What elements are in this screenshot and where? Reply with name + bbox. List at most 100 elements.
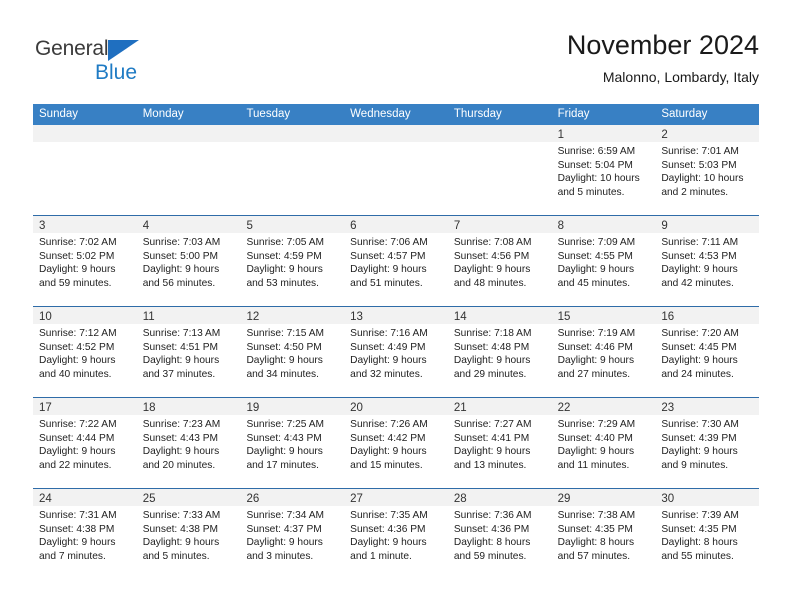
day-number: 1 (557, 129, 564, 141)
general-blue-logo[interactable]: General Blue (33, 36, 173, 94)
sunset-line: Sunset: 4:44 PM (39, 432, 115, 444)
calendar-day-cell[interactable]: 9 Sunrise: 7:11 AM Sunset: 4:53 PM Daylight… (655, 216, 760, 306)
calendar-day-cell[interactable]: 2 Sunrise: 7:01 AM Sunset: 5:03 PM Daylight… (655, 125, 760, 215)
calendar-day-cell[interactable]: 4 Sunrise: 7:03 AM Sunset: 5:00 PM Daylight… (136, 216, 241, 306)
day-of-week-header-tuesday: Tuesday (246, 108, 291, 120)
calendar-day-cell[interactable]: 1 Sunrise: 6:59 AM Sunset: 5:04 PM Daylight… (551, 125, 656, 215)
calendar-day-cell[interactable]: 5 Sunrise: 7:05 AM Sunset: 4:59 PM Daylight… (240, 216, 345, 306)
sunrise-line: Sunrise: 7:16 AM (350, 328, 428, 339)
day-number-strip (240, 125, 345, 142)
daylight-line-1: Daylight: 9 hours (246, 355, 323, 367)
triangle-icon (108, 40, 139, 61)
calendar-day-cell[interactable]: 12 Sunrise: 7:15 AM Sunset: 4:50 PM Dayligh… (240, 307, 345, 397)
sunrise-line: Sunrise: 7:08 AM (453, 237, 532, 248)
sunrise-line: Sunrise: 7:02 AM (39, 237, 117, 248)
calendar-week-row: 3 Sunrise: 7:02 AM Sunset: 5:02 PM Daylight… (33, 215, 760, 306)
calendar-day-cell[interactable]: 22 Sunrise: 7:29 AM Sunset: 4:40 PM Dayligh… (551, 398, 656, 488)
calendar-day-cell[interactable]: 10 Sunrise: 7:12 AM Sunset: 4:52 PM Dayligh… (33, 307, 137, 397)
sunset-line: Sunset: 4:50 PM (246, 341, 322, 353)
day-detail-body: Sunrise: 7:03 AM Sunset: 5:00 PM Daylight:… (137, 233, 241, 290)
calendar-day-cell[interactable]: 17 Sunrise: 7:22 AM Sunset: 4:44 PM Dayligh… (33, 398, 137, 488)
daylight-line-2: and 9 minutes. (661, 459, 729, 471)
day-number-strip: 6 (344, 216, 448, 233)
day-detail-body: Sunrise: 7:02 AM Sunset: 5:02 PM Daylight:… (33, 233, 137, 290)
calendar-day-cell[interactable]: 6 Sunrise: 7:06 AM Sunset: 4:57 PM Daylight… (344, 216, 448, 306)
day-detail-body: Sunrise: 7:30 AM Sunset: 4:39 PM Daylight:… (655, 415, 759, 472)
calendar-day-cell[interactable]: 20 Sunrise: 7:26 AM Sunset: 4:42 PM Dayligh… (344, 398, 448, 488)
daylight-line-1: Daylight: 9 hours (557, 446, 635, 458)
calendar-day-cell[interactable]: 29 Sunrise: 7:38 AM Sunset: 4:35 PM Dayligh… (551, 489, 656, 579)
day-detail-body: Sunrise: 7:11 AM Sunset: 4:53 PM Daylight:… (655, 233, 759, 290)
day-detail-body: Sunrise: 7:38 AM Sunset: 4:35 PM Daylight:… (552, 506, 656, 563)
calendar-day-cell[interactable]: 23 Sunrise: 7:30 AM Sunset: 4:39 PM Dayligh… (655, 398, 760, 488)
daylight-line-2: and 51 minutes. (350, 277, 423, 289)
daylight-line-1: Daylight: 9 hours (350, 537, 427, 549)
logo-text-general: General (35, 37, 109, 60)
day-number-strip (344, 125, 448, 142)
calendar-day-cell[interactable]: 11 Sunrise: 7:13 AM Sunset: 4:51 PM Dayligh… (136, 307, 241, 397)
calendar-day-cell[interactable]: 24 Sunrise: 7:31 AM Sunset: 4:38 PM Dayligh… (33, 489, 137, 579)
calendar-week-row: 24 Sunrise: 7:31 AM Sunset: 4:38 PM Dayligh… (33, 488, 760, 579)
sunrise-line: Sunrise: 6:59 AM (557, 146, 636, 157)
calendar-day-cell[interactable]: 21 Sunrise: 7:27 AM Sunset: 4:41 PM Dayligh… (447, 398, 552, 488)
calendar-day-cell[interactable]: 13 Sunrise: 7:16 AM Sunset: 4:49 PM Dayligh… (344, 307, 448, 397)
daylight-line-2: and 27 minutes. (557, 368, 631, 380)
day-number-strip: 30 (655, 489, 760, 506)
calendar-day-cell[interactable]: 14 Sunrise: 7:18 AM Sunset: 4:48 PM Dayligh… (447, 307, 552, 397)
day-detail-body: Sunrise: 7:19 AM Sunset: 4:46 PM Daylight:… (552, 324, 656, 381)
day-detail-body: Sunrise: 7:39 AM Sunset: 4:35 PM Daylight:… (655, 506, 759, 563)
daylight-line-2: and 17 minutes. (246, 459, 319, 471)
calendar-day-cell[interactable]: 16 Sunrise: 7:20 AM Sunset: 4:45 PM Dayligh… (655, 307, 760, 397)
day-number-strip (33, 125, 137, 142)
sunrise-line: Sunrise: 7:18 AM (453, 328, 532, 339)
daylight-line-1: Daylight: 9 hours (661, 264, 738, 276)
day-number: 24 (39, 493, 52, 505)
calendar-day-cell[interactable]: 26 Sunrise: 7:34 AM Sunset: 4:37 PM Dayligh… (240, 489, 345, 579)
day-number-strip: 22 (551, 398, 656, 415)
calendar-day-cell[interactable]: 25 Sunrise: 7:33 AM Sunset: 4:38 PM Dayligh… (136, 489, 241, 579)
sunset-line: Sunset: 4:42 PM (350, 432, 426, 444)
calendar-day-cell[interactable]: 3 Sunrise: 7:02 AM Sunset: 5:02 PM Daylight… (33, 216, 137, 306)
day-number-strip: 13 (344, 307, 448, 324)
sunrise-line: Sunrise: 7:27 AM (453, 419, 532, 430)
calendar-day-cell[interactable]: 15 Sunrise: 7:19 AM Sunset: 4:46 PM Dayligh… (551, 307, 656, 397)
day-number-strip: 21 (447, 398, 552, 415)
daylight-line-2: and 40 minutes. (39, 368, 112, 380)
day-number: 23 (661, 402, 675, 414)
day-detail-body: Sunrise: 7:08 AM Sunset: 4:56 PM Daylight:… (448, 233, 552, 290)
day-detail-body: Sunrise: 7:26 AM Sunset: 4:42 PM Daylight:… (344, 415, 448, 472)
day-detail-body: Sunrise: 7:12 AM Sunset: 4:52 PM Daylight:… (33, 324, 137, 381)
calendar-day-cell[interactable]: 28 Sunrise: 7:36 AM Sunset: 4:36 PM Dayligh… (447, 489, 552, 579)
day-detail-body: Sunrise: 7:36 AM Sunset: 4:36 PM Daylight:… (448, 506, 552, 563)
sunset-line: Sunset: 4:36 PM (350, 523, 426, 535)
day-number: 14 (453, 311, 467, 323)
day-detail-body: Sunrise: 7:35 AM Sunset: 4:36 PM Daylight:… (344, 506, 448, 563)
daylight-line-1: Daylight: 8 hours (661, 537, 738, 549)
sunset-line: Sunset: 5:03 PM (661, 159, 737, 171)
sunrise-line: Sunrise: 7:09 AM (557, 237, 636, 248)
calendar-day-cell[interactable]: 19 Sunrise: 7:25 AM Sunset: 4:43 PM Dayligh… (240, 398, 345, 488)
sunset-line: Sunset: 4:56 PM (453, 250, 530, 262)
daylight-line-1: Daylight: 9 hours (453, 446, 531, 458)
calendar-day-cell[interactable]: 18 Sunrise: 7:23 AM Sunset: 4:43 PM Dayligh… (136, 398, 241, 488)
day-of-week-header-row: Sunday Monday Tuesday Wednesday Thursday Frid… (33, 104, 759, 125)
calendar-day-cell[interactable]: 30 Sunrise: 7:39 AM Sunset: 4:35 PM Dayligh… (655, 489, 760, 579)
sunrise-line: Sunrise: 7:26 AM (350, 419, 428, 430)
calendar-day-cell[interactable]: 27 Sunrise: 7:35 AM Sunset: 4:36 PM Dayligh… (344, 489, 448, 579)
daylight-line-2: and 45 minutes. (557, 277, 631, 289)
sunset-line: Sunset: 4:49 PM (350, 341, 426, 353)
day-number-strip: 9 (655, 216, 760, 233)
daylight-line-2: and 20 minutes. (142, 459, 216, 471)
day-detail-body: Sunrise: 7:29 AM Sunset: 4:40 PM Daylight:… (552, 415, 656, 472)
daylight-line-2: and 59 minutes. (453, 550, 527, 562)
calendar-weeks: 1 Sunrise: 6:59 AM Sunset: 5:04 PM Daylight… (33, 125, 760, 579)
daylight-line-2: and 32 minutes. (350, 368, 423, 380)
day-detail-body: Sunrise: 7:31 AM Sunset: 4:38 PM Daylight:… (33, 506, 137, 563)
day-number: 9 (661, 220, 668, 232)
sunrise-line: Sunrise: 7:30 AM (661, 419, 739, 430)
day-number-strip: 7 (447, 216, 552, 233)
calendar-day-cell[interactable]: 7 Sunrise: 7:08 AM Sunset: 4:56 PM Daylight… (447, 216, 552, 306)
day-number: 28 (453, 493, 467, 505)
calendar-day-cell[interactable]: 8 Sunrise: 7:09 AM Sunset: 4:55 PM Daylight… (551, 216, 656, 306)
day-detail-body: Sunrise: 7:22 AM Sunset: 4:44 PM Daylight:… (33, 415, 137, 472)
